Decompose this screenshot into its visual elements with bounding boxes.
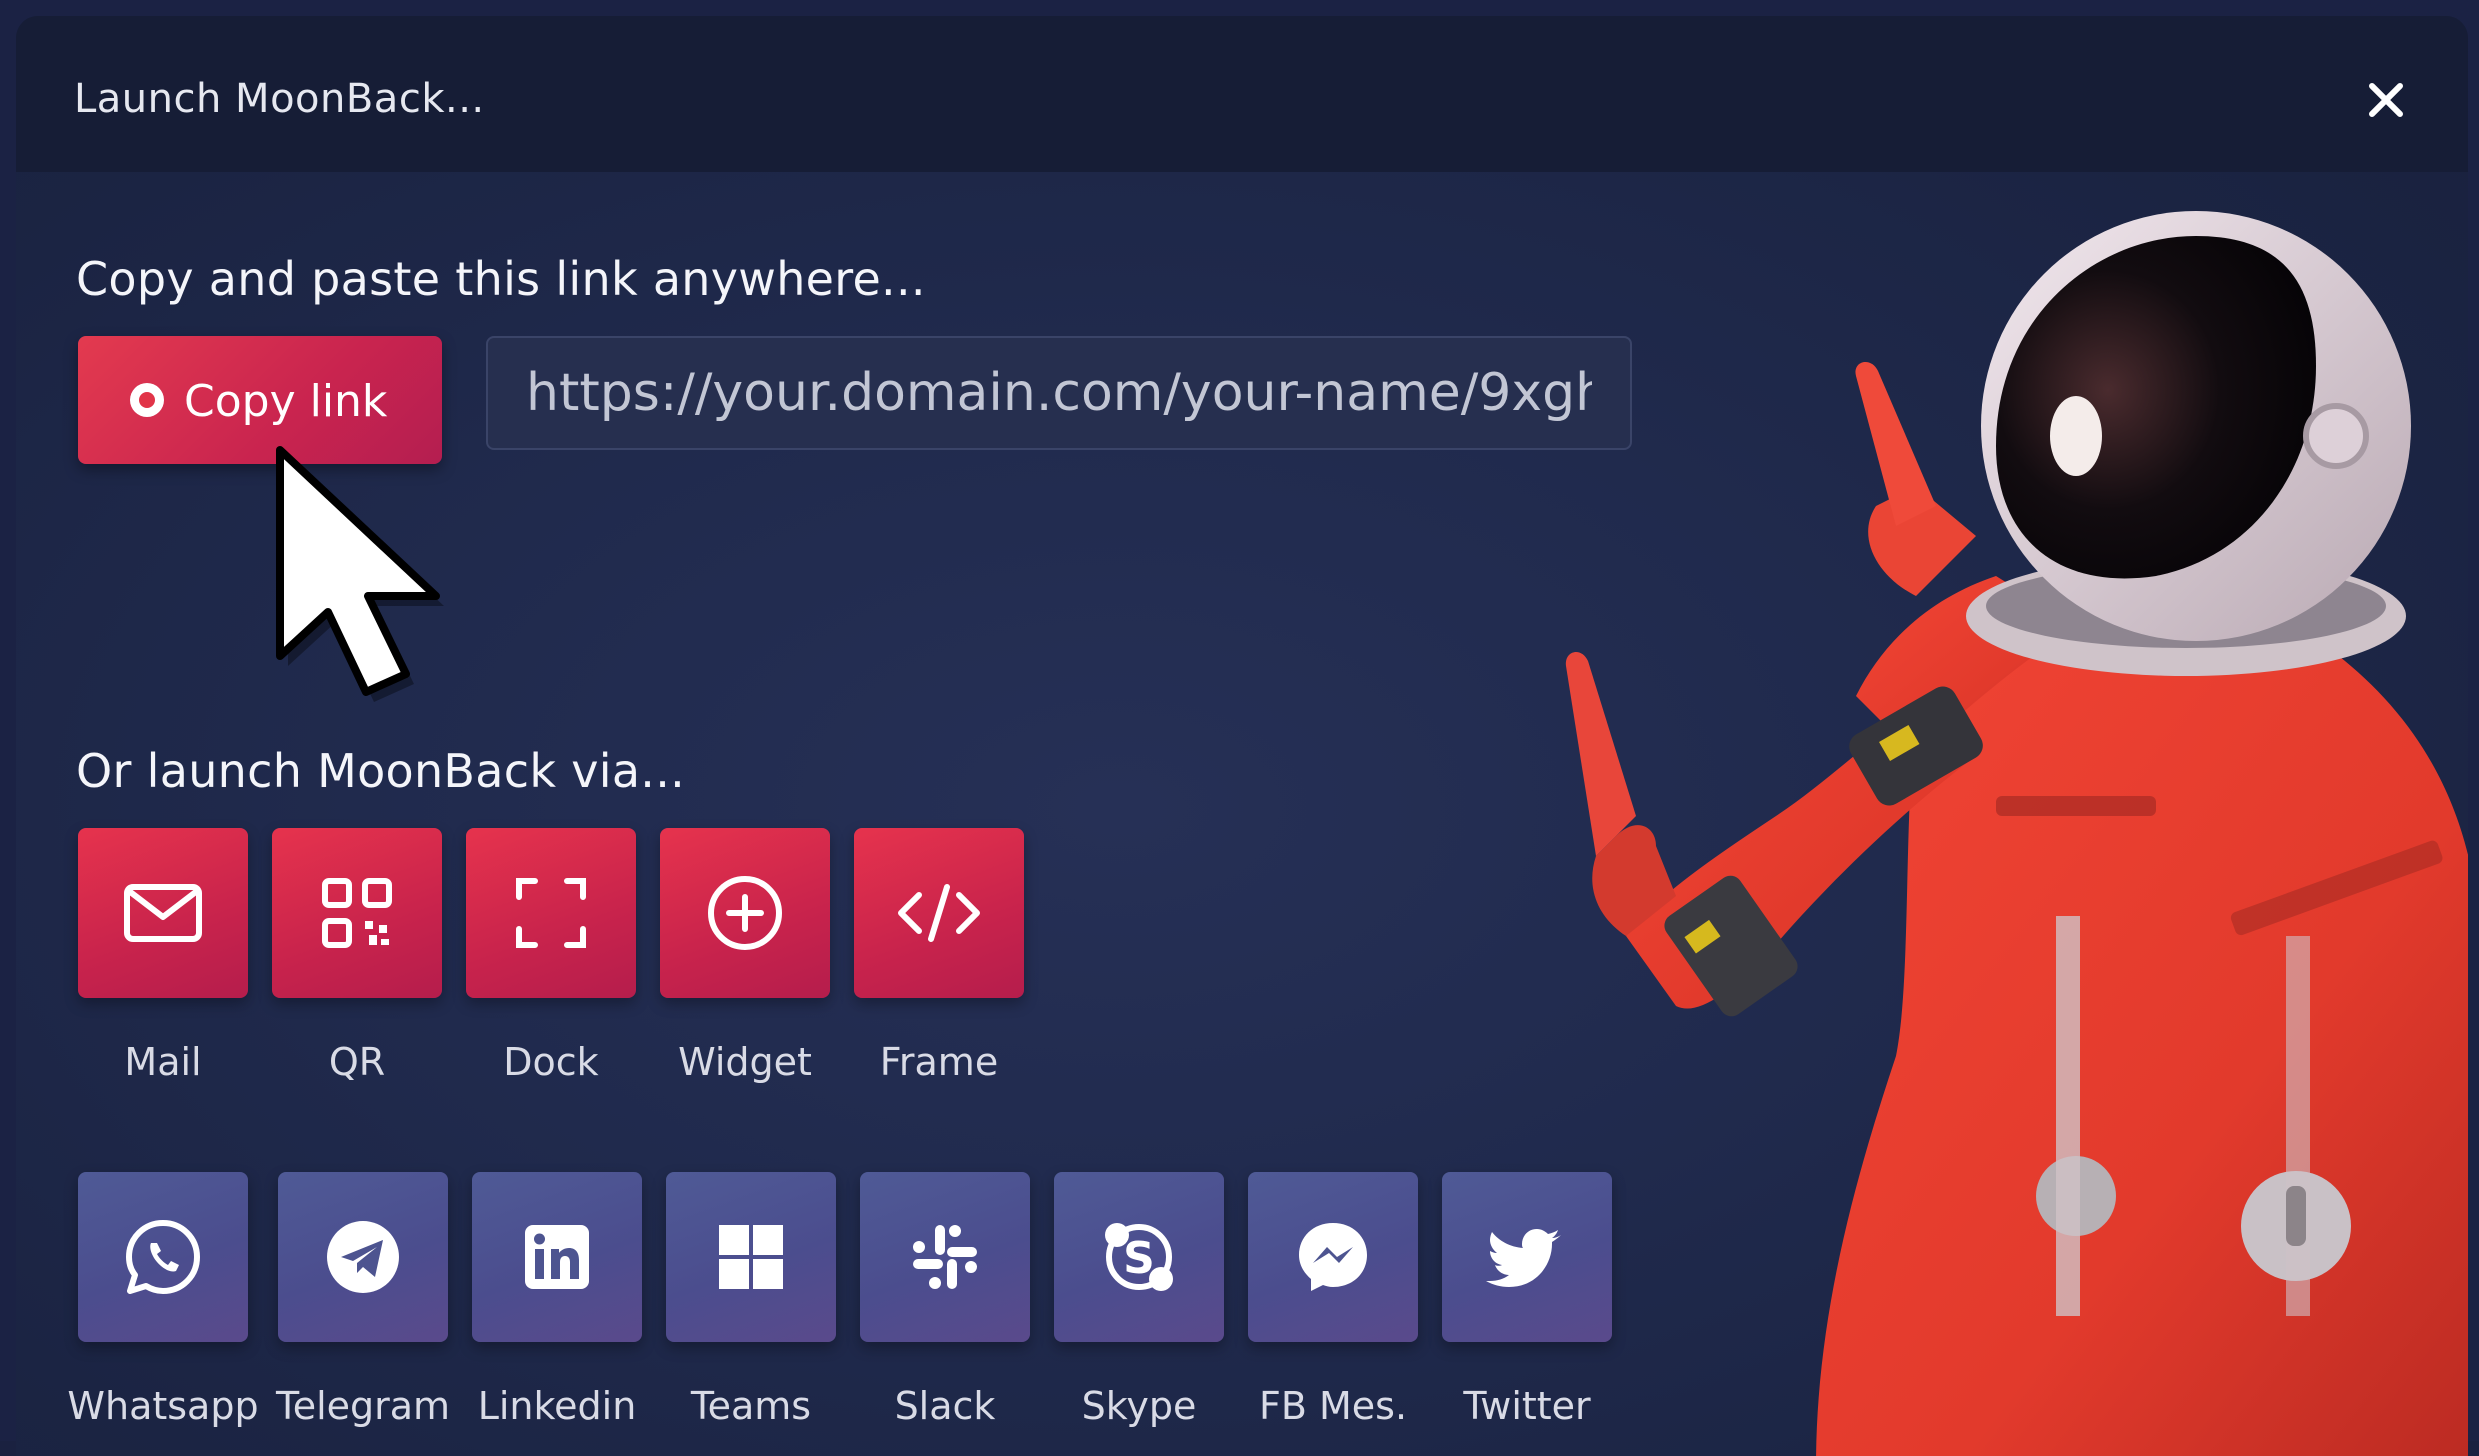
app-window: Launch MoonBack... Copy and paste this l… [0, 0, 2479, 1456]
share-twitter-button[interactable] [1442, 1172, 1612, 1342]
linkedin-icon [525, 1225, 589, 1289]
close-icon [2369, 83, 2403, 117]
mouse-cursor-icon [276, 446, 444, 702]
share-slack-button[interactable] [860, 1172, 1030, 1342]
launch-widget-button[interactable] [660, 828, 830, 998]
skype-icon: S [1105, 1223, 1173, 1291]
close-button[interactable] [2360, 74, 2412, 126]
windows-icon [719, 1225, 783, 1289]
launch-frame-button[interactable] [854, 828, 1024, 998]
slack-icon [913, 1225, 977, 1289]
app-label-twitter: Twitter [1463, 1384, 1591, 1428]
share-whatsapp-button[interactable] [78, 1172, 248, 1342]
messenger-icon [1299, 1223, 1367, 1291]
mail-icon [124, 884, 202, 942]
share-messenger-button[interactable] [1248, 1172, 1418, 1342]
method-label-frame: Frame [879, 1040, 999, 1084]
record-dot-icon [130, 383, 164, 417]
share-telegram-button[interactable] [278, 1172, 448, 1342]
plus-circle-icon [708, 876, 782, 950]
dialog-header: Launch MoonBack... [16, 16, 2468, 172]
telegram-icon [327, 1221, 399, 1293]
launch-dock-button[interactable] [466, 828, 636, 998]
code-icon [898, 884, 980, 942]
launch-section-heading: Or launch MoonBack via... [76, 744, 686, 798]
qr-code-icon [322, 878, 392, 948]
launch-qr-button[interactable] [272, 828, 442, 998]
launch-mail-button[interactable] [78, 828, 248, 998]
whatsapp-icon [126, 1220, 200, 1294]
dock-frame-icon [516, 878, 586, 948]
twitter-icon [1486, 1229, 1561, 1287]
share-link-input[interactable] [486, 336, 1632, 450]
share-linkedin-button[interactable] [472, 1172, 642, 1342]
svg-text:S: S [1123, 1233, 1155, 1284]
dialog-title: Launch MoonBack... [74, 76, 485, 122]
copy-section-heading: Copy and paste this link anywhere... [76, 252, 926, 306]
share-skype-button[interactable]: S [1054, 1172, 1224, 1342]
share-teams-button[interactable] [666, 1172, 836, 1342]
launch-dialog: Launch MoonBack... Copy and paste this l… [16, 16, 2468, 1456]
